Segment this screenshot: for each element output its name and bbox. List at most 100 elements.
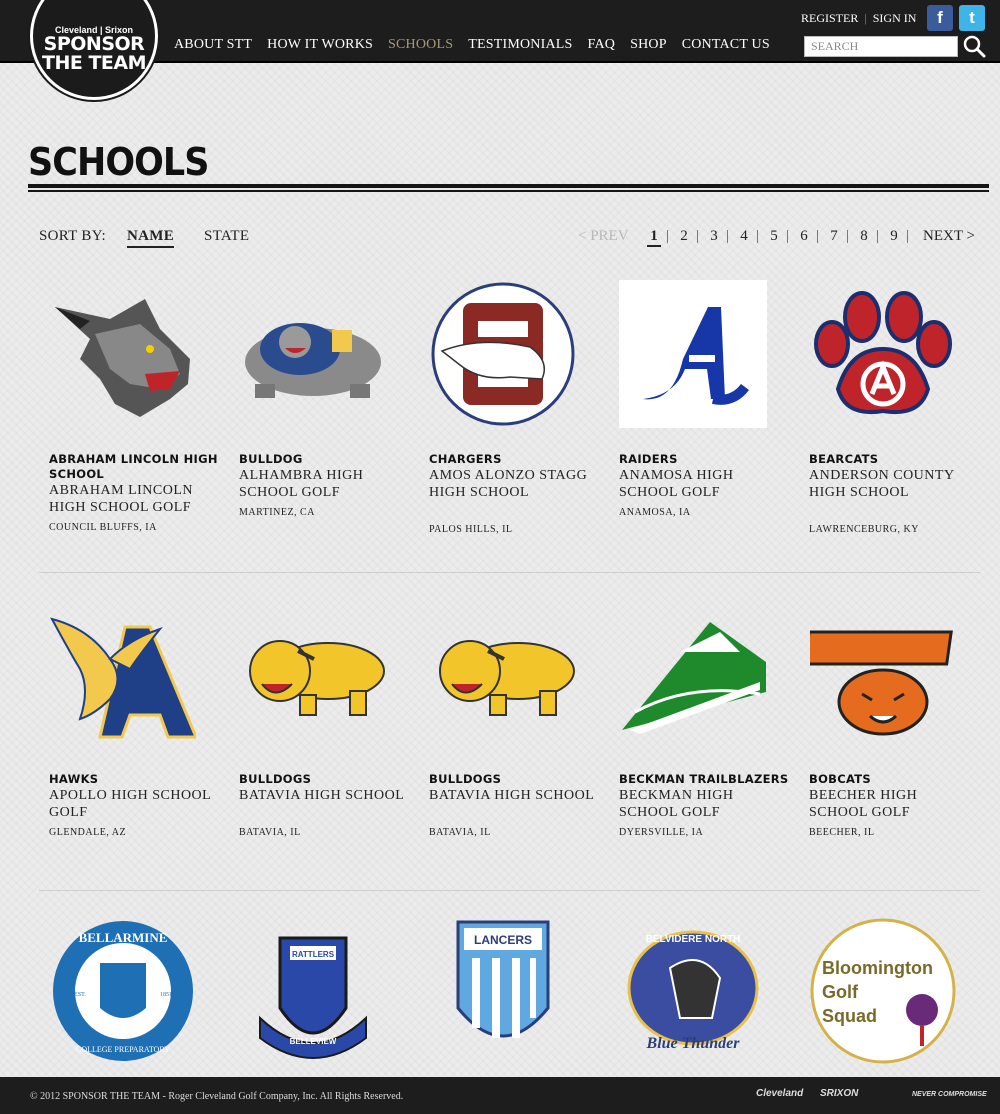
school-mascot: BOBCATS (809, 772, 871, 786)
nav-contact[interactable]: CONTACT US (682, 37, 770, 53)
school-card[interactable]: BELLARMINE COLLEGE PREPARATORY EST. 1851 (49, 917, 219, 1065)
school-location: ANAMOSA, IA (619, 507, 691, 518)
page-6[interactable]: 6 (797, 228, 811, 245)
school-mascot: CHARGERS (429, 452, 502, 466)
school-mascot: ABRAHAM LINCOLN HIGH SCHOOL (49, 452, 218, 481)
squad-line-1: Bloomington (822, 958, 933, 978)
mustang-s-icon[interactable] (429, 280, 577, 428)
bobcat-icon[interactable] (809, 600, 957, 748)
school-name: BEECHER HIGH SCHOOL GOLF (809, 788, 918, 820)
school-name: APOLLO HIGH SCHOOL GOLF (49, 788, 211, 820)
page-1[interactable]: 1 (647, 228, 661, 247)
school-card[interactable]: RATTLERS BELLEVIEW (239, 917, 409, 1065)
school-card[interactable]: BULLDOGS BATAVIA HIGH SCHOOL BATAVIA, IL (239, 600, 409, 838)
yellow-bulldog-icon[interactable] (429, 600, 577, 748)
school-card[interactable]: BEARCATS ANDERSON COUNTY HIGH SCHOOL LAW… (809, 280, 979, 535)
page-5[interactable]: 5 (767, 228, 781, 245)
page-separator: | (816, 228, 820, 244)
school-mascot: BULLDOG (239, 452, 303, 466)
nav-about[interactable]: ABOUT STT (174, 37, 252, 53)
facebook-icon[interactable]: f (927, 5, 953, 31)
school-location: BATAVIA, IL (239, 827, 301, 838)
blue-thunder-icon[interactable]: BELVIDERE NORTH Blue Thunder (619, 917, 767, 1065)
nav-faq[interactable]: FAQ (588, 37, 616, 53)
school-location: BATAVIA, IL (429, 827, 491, 838)
page-separator: | (726, 228, 730, 244)
thunder-text-top: BELVIDERE NORTH (646, 934, 741, 945)
yellow-bulldog-icon[interactable] (239, 600, 387, 748)
school-card[interactable]: BECKMAN TRAILBLAZERS BECKMAN HIGH SCHOOL… (619, 600, 789, 838)
school-card[interactable]: HAWKS APOLLO HIGH SCHOOL GOLF GLENDALE, … (49, 600, 219, 838)
hawk-a-icon[interactable] (49, 600, 197, 748)
title-rule-thin (28, 190, 989, 192)
rattlers-crest-icon[interactable]: RATTLERS BELLEVIEW (239, 917, 387, 1065)
sort-by-name[interactable]: NAME (127, 228, 175, 248)
school-location: GLENDALE, AZ (49, 827, 127, 838)
page-separator: | (786, 228, 790, 244)
nav-testimonials[interactable]: TESTIMONIALS (468, 37, 572, 53)
page-2[interactable]: 2 (677, 228, 691, 245)
search-icon[interactable] (962, 34, 986, 58)
school-card[interactable]: LANCERS (429, 917, 599, 1065)
crest-text-top: RATTLERS (292, 950, 335, 959)
school-name: AMOS ALONZO STAGG HIGH SCHOOL (429, 468, 588, 500)
row-divider (39, 890, 980, 891)
squad-line-2: Golf (822, 982, 859, 1002)
page-separator: | (696, 228, 700, 244)
sort-bar: SORT BY: NAME STATE (39, 228, 249, 248)
school-card[interactable]: BULLDOGS BATAVIA HIGH SCHOOL BATAVIA, IL (429, 600, 599, 838)
nav-how-it-works[interactable]: HOW IT WORKS (267, 37, 373, 53)
school-location: LAWRENCEBURG, KY (809, 524, 919, 535)
golf-squad-icon[interactable]: Bloomington Golf Squad (809, 917, 957, 1065)
school-location: BEECHER, IL (809, 827, 875, 838)
school-location: PALOS HILLS, IL (429, 524, 513, 535)
school-card[interactable]: Bloomington Golf Squad (809, 917, 979, 1065)
page-8[interactable]: 8 (857, 228, 871, 245)
crest-text-bottom: BELLEVIEW (290, 1037, 337, 1046)
bulldog-icon[interactable] (239, 280, 387, 428)
school-name: BATAVIA HIGH SCHOOL (239, 788, 405, 803)
paw-icon[interactable] (809, 280, 957, 428)
lancers-shield-icon[interactable]: LANCERS (429, 917, 577, 1065)
next-page[interactable]: NEXT > (923, 228, 975, 245)
auth-separator: | (864, 11, 867, 25)
school-card[interactable]: BOBCATS BEECHER HIGH SCHOOL GOLF BEECHER… (809, 600, 979, 838)
school-name: ALHAMBRA HIGH SCHOOL GOLF (239, 468, 364, 500)
blazers-icon[interactable] (619, 600, 767, 748)
sort-by-state[interactable]: STATE (204, 228, 249, 245)
cleveland-logo: Cleveland (756, 1088, 804, 1099)
sort-label: SORT BY: (39, 228, 106, 244)
register-link[interactable]: REGISTER (801, 11, 858, 26)
school-mascot: BULLDOGS (429, 772, 502, 786)
school-card[interactable]: RAIDERS ANAMOSA HIGH SCHOOL GOLF ANAMOSA… (619, 280, 789, 518)
school-card[interactable]: CHARGERS AMOS ALONZO STAGG HIGH SCHOOL P… (429, 280, 599, 535)
school-mascot: HAWKS (49, 772, 99, 786)
school-location: MARTINEZ, CA (239, 507, 315, 518)
site-logo[interactable]: Cleveland | Srixon SPONSOR THE TEAM (30, 0, 158, 100)
school-location: COUNCIL BLUFFS, IA (49, 522, 157, 533)
main-nav: ABOUT STT HOW IT WORKS SCHOOLS TESTIMONI… (174, 37, 770, 53)
school-card[interactable]: ABRAHAM LINCOLN HIGH SCHOOL ABRAHAM LINC… (49, 280, 219, 533)
search-input[interactable] (804, 36, 958, 57)
auth-links: REGISTER | SIGN IN (801, 11, 916, 26)
lynx-icon[interactable] (49, 280, 197, 428)
bellarmine-seal-icon[interactable]: BELLARMINE COLLEGE PREPARATORY EST. 1851 (49, 917, 197, 1065)
prev-page: < PREV (578, 228, 629, 244)
page-4[interactable]: 4 (737, 228, 751, 245)
page-9[interactable]: 9 (887, 228, 901, 245)
school-card[interactable]: BULLDOG ALHAMBRA HIGH SCHOOL GOLF MARTIN… (239, 280, 409, 518)
twitter-icon[interactable]: t (959, 5, 985, 31)
school-card[interactable]: BELVIDERE NORTH Blue Thunder (619, 917, 789, 1065)
school-name: ANAMOSA HIGH SCHOOL GOLF (619, 468, 734, 500)
page-7[interactable]: 7 (827, 228, 841, 245)
school-name: BATAVIA HIGH SCHOOL (429, 788, 595, 803)
page-separator: | (906, 228, 910, 244)
title-rule (28, 184, 989, 188)
nav-shop[interactable]: SHOP (630, 37, 667, 53)
sign-in-link[interactable]: SIGN IN (873, 11, 917, 26)
school-mascot: BULLDOGS (239, 772, 312, 786)
letter-a-icon[interactable] (619, 280, 767, 428)
page-3[interactable]: 3 (707, 228, 721, 245)
page-separator: | (846, 228, 850, 244)
nav-schools[interactable]: SCHOOLS (388, 37, 453, 53)
